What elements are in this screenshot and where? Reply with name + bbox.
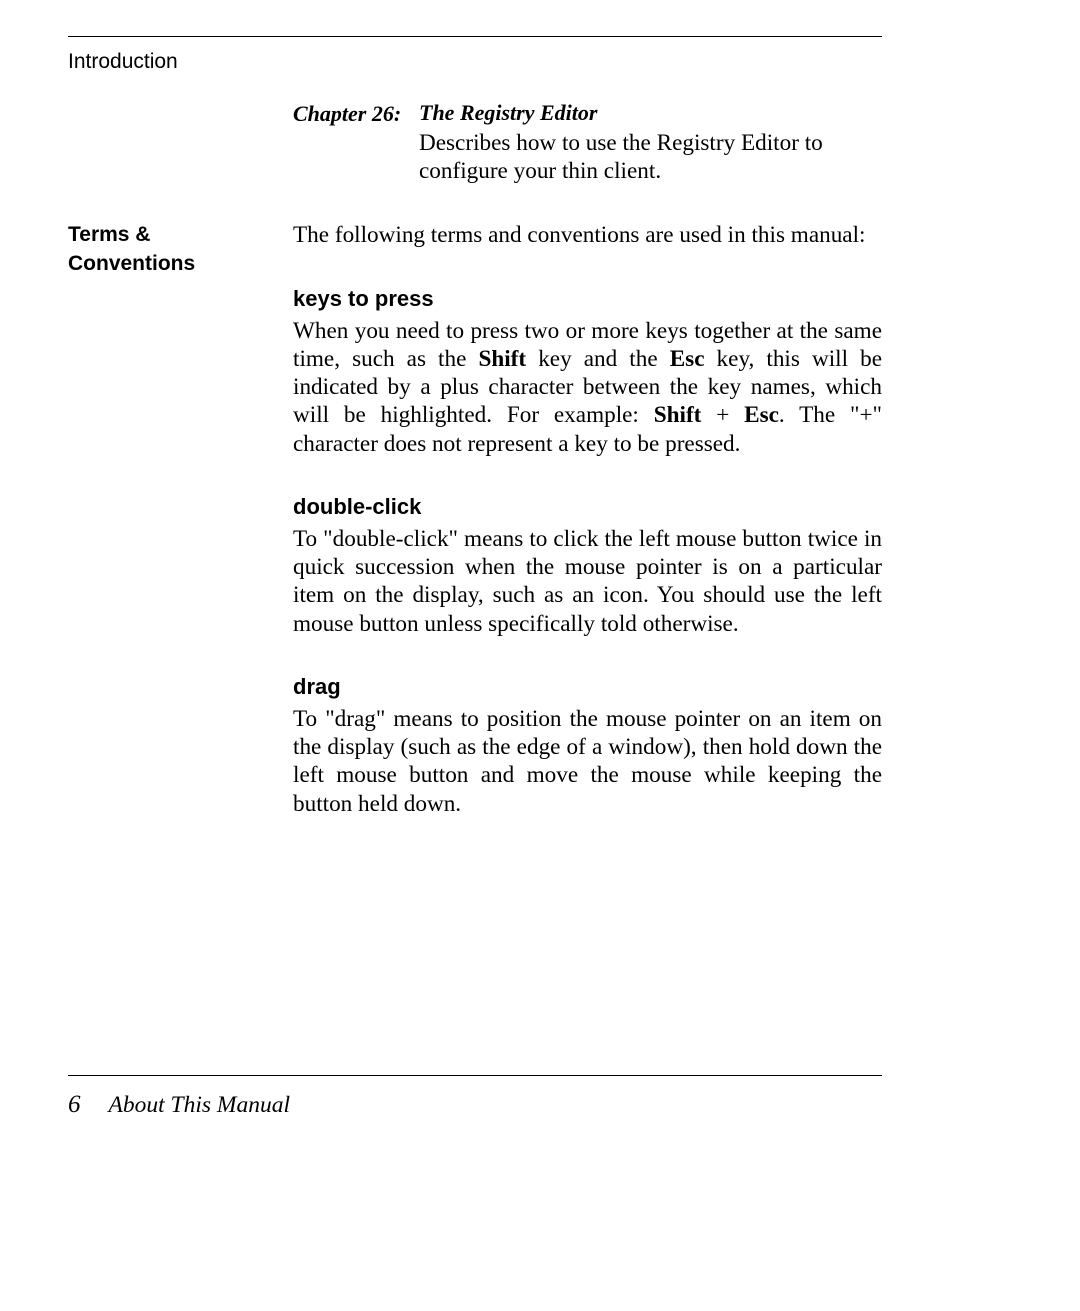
keys-shift-2: Shift <box>654 402 702 428</box>
keys-plus: + <box>701 402 744 428</box>
dblclick-heading: double-click <box>293 494 882 521</box>
keys-esc-2: Esc <box>744 402 779 428</box>
terms-heading-line2: Conventions <box>68 250 293 278</box>
drag-heading: drag <box>293 674 882 701</box>
chapter-26-desc: Describes how to use the Registry Editor… <box>419 129 882 186</box>
side-terms-label: Terms & Conventions <box>68 221 293 278</box>
content-area: Chapter 26: The Registry Editor Describe… <box>68 100 882 818</box>
terms-intro: The following terms and conventions are … <box>293 221 882 249</box>
bottom-rule <box>68 1075 882 1076</box>
page: Introduction Chapter 26: The Registry Ed… <box>0 0 1080 1311</box>
footer-title: About This Manual <box>109 1092 290 1119</box>
keys-text-2: key and the <box>526 346 670 372</box>
drag-paragraph: To "drag" means to position the mouse po… <box>293 705 882 818</box>
chapter-26-body: Chapter 26: The Registry Editor Describe… <box>293 100 882 185</box>
top-rule <box>68 36 882 37</box>
chapter-26-line: Chapter 26: The Registry Editor Describe… <box>293 100 882 185</box>
terms-heading-line1: Terms & <box>68 221 293 249</box>
keys-esc-1: Esc <box>670 346 705 372</box>
keys-shift-1: Shift <box>478 346 526 372</box>
terms-row: Terms & Conventions The following terms … <box>68 221 882 818</box>
chapter-26-row: Chapter 26: The Registry Editor Describe… <box>68 100 882 185</box>
running-head: Introduction <box>68 50 178 74</box>
keys-heading: keys to press <box>293 286 882 313</box>
keys-paragraph: When you need to press two or more keys … <box>293 317 882 458</box>
terms-body: The following terms and conventions are … <box>293 221 882 818</box>
chapter-26-title: The Registry Editor <box>419 100 882 127</box>
dblclick-paragraph: To "double-click" means to click the lef… <box>293 525 882 638</box>
footer: 6 About This Manual <box>68 1091 290 1119</box>
page-number: 6 <box>68 1091 81 1119</box>
chapter-26-label: Chapter 26: <box>293 101 401 126</box>
